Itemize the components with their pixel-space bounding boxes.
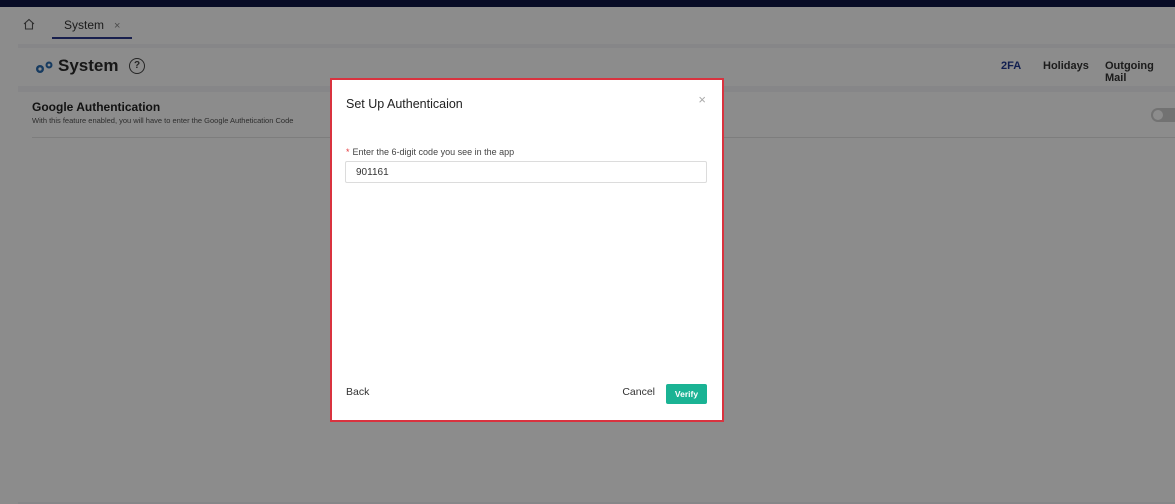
modal-title: Set Up Authenticaion	[346, 97, 463, 111]
required-mark: *	[346, 147, 350, 157]
code-input[interactable]	[345, 161, 707, 183]
setup-auth-modal: Set Up Authenticaion × * Enter the 6-digi…	[330, 78, 724, 422]
code-field-label: * Enter the 6-digit code you see in the a…	[346, 147, 514, 157]
code-field-label-text: Enter the 6-digit code you see in the ap…	[352, 147, 515, 157]
back-button[interactable]: Back	[346, 386, 369, 398]
close-icon[interactable]: ×	[698, 92, 706, 107]
verify-button[interactable]: Verify	[666, 384, 707, 404]
cancel-button[interactable]: Cancel	[622, 386, 655, 398]
